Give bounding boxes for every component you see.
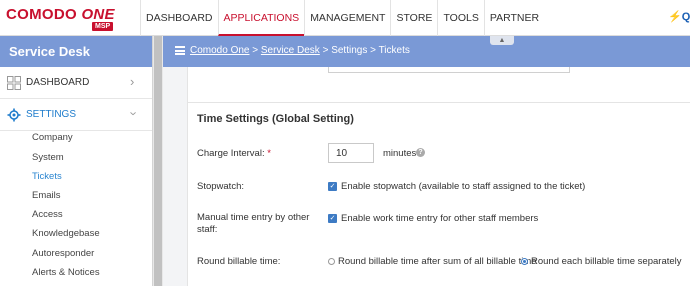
logo-text: COMODO	[6, 6, 77, 23]
stopwatch-label: Stopwatch:	[197, 181, 244, 192]
previous-field-box	[328, 67, 570, 73]
manual-entry-label-line1: Manual time entry by other	[197, 212, 310, 223]
charge-interval-unit: minutes	[383, 148, 417, 159]
sidebar: Service Desk DASHBOARD › SETTINGS › Comp…	[0, 36, 152, 286]
manual-entry-checkbox-label[interactable]: Enable work time entry for other staff m…	[341, 213, 538, 224]
quick-actions-label: Q	[681, 11, 690, 23]
chevron-up-icon: ▲	[498, 37, 506, 44]
nav-dashboard[interactable]: DASHBOARD	[140, 0, 218, 36]
sidebar-title: Service Desk	[0, 36, 152, 67]
round-billable-label: Round billable time:	[197, 256, 281, 267]
nav-tools[interactable]: TOOLS	[437, 0, 483, 36]
sidebar-subitem-emails[interactable]: Emails	[32, 190, 61, 201]
sidebar-item-settings[interactable]: SETTINGS ›	[0, 99, 152, 131]
checkmark-icon: ✓	[329, 183, 336, 190]
scrollbar-thumb[interactable]	[154, 36, 162, 286]
charge-interval-input[interactable]: 10	[328, 143, 374, 163]
top-navigation-bar: COMODO ONE MSP DASHBOARD APPLICATIONS MA…	[0, 0, 690, 36]
breadcrumb-separator: >	[367, 45, 379, 56]
breadcrumb-separator: >	[249, 45, 261, 56]
nav-store[interactable]: STORE	[390, 0, 437, 36]
grid-icon	[7, 76, 21, 90]
collapse-header-button[interactable]: ▲	[490, 36, 514, 45]
checkmark-icon: ✓	[329, 215, 336, 222]
breadcrumb: Comodo One > Service Desk > Settings > T…	[190, 45, 410, 56]
settings-panel: Time Settings (Global Setting) Charge In…	[187, 67, 690, 286]
sidebar-item-dashboard[interactable]: DASHBOARD ›	[0, 67, 152, 99]
manual-entry-checkbox[interactable]: ✓	[328, 214, 337, 223]
section-title: Time Settings (Global Setting)	[197, 113, 354, 125]
chevron-right-icon: ›	[130, 74, 135, 89]
lightning-icon: ⚡	[668, 11, 682, 23]
main-nav: DASHBOARD APPLICATIONS MANAGEMENT STORE …	[140, 0, 544, 36]
gear-icon	[7, 108, 21, 122]
required-marker: *	[267, 148, 271, 159]
breadcrumb-tickets: Tickets	[378, 45, 410, 56]
chevron-down-icon: ›	[126, 111, 142, 116]
nav-partner[interactable]: PARTNER	[483, 0, 544, 36]
nav-applications[interactable]: APPLICATIONS	[217, 0, 305, 36]
logo-text-one: ONE	[81, 6, 115, 23]
sidebar-item-label: DASHBOARD	[26, 77, 90, 88]
breadcrumb-bar: Comodo One > Service Desk > Settings > T…	[163, 36, 690, 67]
round-each-separately-radio[interactable]	[521, 258, 528, 265]
charge-interval-label: Charge Interval: *	[197, 148, 271, 160]
sidebar-subitem-system[interactable]: System	[32, 152, 64, 163]
quick-actions-button[interactable]: ⚡Q	[668, 10, 690, 23]
sidebar-subitem-alerts-notices[interactable]: Alerts & Notices	[32, 267, 100, 278]
breadcrumb-settings: Settings	[331, 45, 368, 56]
help-icon[interactable]: ?	[416, 148, 425, 157]
nav-management[interactable]: MANAGEMENT	[304, 0, 390, 36]
sidebar-subitem-company[interactable]: Company	[32, 132, 73, 143]
round-each-separately-label[interactable]: Round each billable time separately	[531, 256, 682, 267]
hamburger-menu-icon[interactable]	[175, 46, 185, 55]
breadcrumb-service-desk[interactable]: Service Desk	[261, 45, 320, 56]
main-content: Comodo One > Service Desk > Settings > T…	[163, 36, 690, 286]
sidebar-subitem-tickets[interactable]: Tickets	[32, 171, 62, 182]
section-divider	[188, 102, 690, 103]
logo-wordmark: COMODO ONE	[6, 6, 115, 23]
logo-badge: MSP	[92, 22, 114, 31]
sidebar-item-label: SETTINGS	[26, 109, 77, 120]
round-after-sum-label[interactable]: Round billable time after sum of all bil…	[338, 256, 537, 267]
stopwatch-checkbox[interactable]: ✓	[328, 182, 337, 191]
charge-interval-label-text: Charge Interval:	[197, 148, 265, 159]
breadcrumb-comodo-one[interactable]: Comodo One	[190, 45, 249, 56]
sidebar-subitem-access[interactable]: Access	[32, 209, 63, 220]
comodo-one-logo[interactable]: COMODO ONE MSP	[6, 5, 136, 31]
sidebar-subitem-autoresponder[interactable]: Autoresponder	[32, 248, 94, 259]
breadcrumb-separator: >	[319, 45, 332, 56]
manual-entry-label-line2: staff:	[197, 224, 218, 235]
round-after-sum-radio[interactable]	[328, 258, 335, 265]
sidebar-scrollbar[interactable]	[152, 36, 163, 286]
sidebar-subitem-knowledgebase[interactable]: Knowledgebase	[32, 228, 100, 239]
stopwatch-checkbox-label[interactable]: Enable stopwatch (available to staff ass…	[341, 181, 585, 192]
